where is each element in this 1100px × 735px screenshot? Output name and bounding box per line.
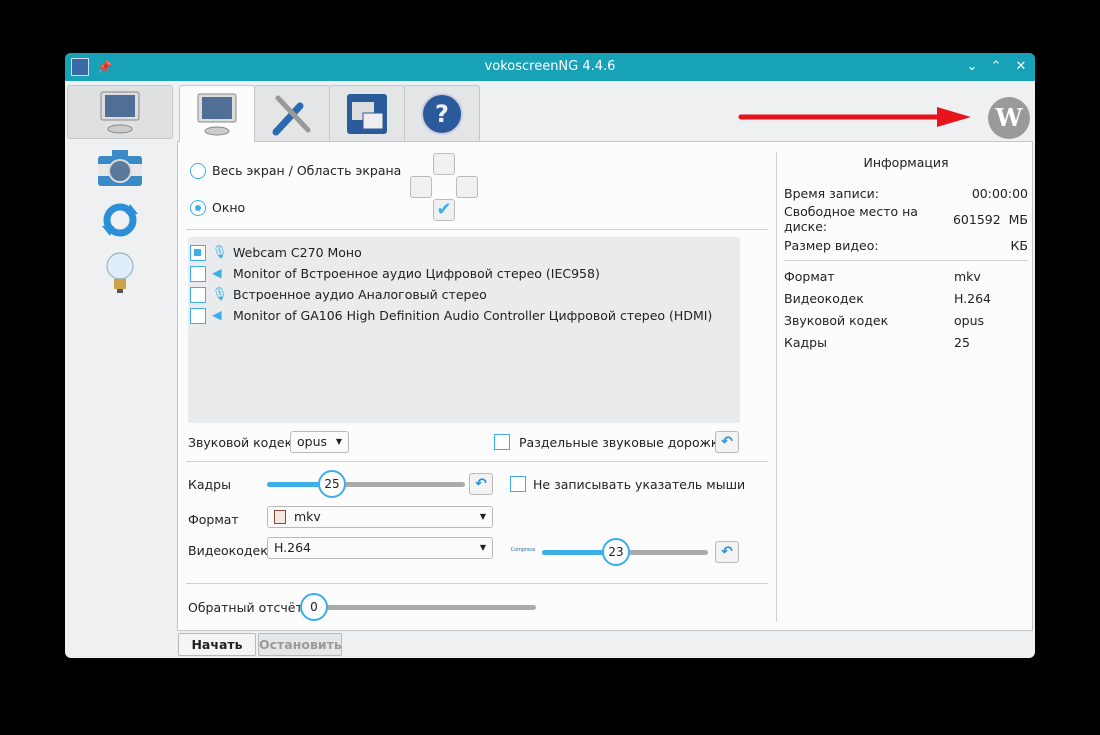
audio-device-item[interactable]: ◀ Monitor of GA106 High Definition Audio… [188, 306, 728, 326]
close-button[interactable]: ✕ [1011, 53, 1031, 81]
info-label: Видеокодек [784, 290, 864, 306]
red-arrow-annotation [738, 107, 971, 127]
window-radio[interactable] [190, 200, 206, 216]
position-up-button[interactable] [433, 153, 455, 175]
info-label: Формат [784, 268, 835, 284]
frames-label: Кадры [188, 477, 231, 492]
reset-frames-button[interactable]: ↶ [469, 473, 493, 495]
tools-icon [272, 95, 311, 135]
separate-tracks-checkbox[interactable] [494, 434, 510, 450]
audio-device-checkbox[interactable] [190, 245, 206, 261]
frames-slider-handle[interactable]: 25 [318, 470, 346, 498]
info-label: Время записи: [784, 185, 879, 201]
pin-icon[interactable]: 📌 [97, 53, 112, 81]
no-cursor-label: Не записывать указатель мыши [533, 477, 746, 492]
reset-audio-button[interactable]: ↶ [715, 431, 739, 453]
sidebar-screencast[interactable] [67, 85, 173, 139]
speaker-icon: ◀ [212, 265, 222, 280]
info-label: Свободное место на диске: [784, 204, 918, 234]
sidebar-player[interactable] [65, 193, 175, 247]
title-bar: 📌 vokoscreenNG 4.4.6 ⌄ ⌃ ✕ [65, 53, 1035, 81]
audio-codec-label: Звуковой кодек [188, 435, 293, 450]
info-value: mkv [954, 268, 981, 284]
window-label: Окно [212, 200, 246, 215]
info-value: opus [954, 312, 985, 328]
format-value: mkv [294, 509, 321, 524]
refresh-icon [102, 203, 138, 237]
audio-device-list: 🎙 Webcam C270 Моно ◀ Monitor of Встроенн… [188, 237, 740, 423]
check-icon[interactable]: ✔ [433, 199, 455, 221]
tab-screen[interactable] [179, 85, 255, 142]
minimize-button[interactable]: ⌄ [962, 53, 982, 81]
quality-slider[interactable]: 23 [542, 538, 708, 566]
audio-device-checkbox[interactable] [190, 266, 206, 282]
fullscreen-radio[interactable] [190, 163, 206, 179]
info-panel: Информация Время записи: 00:00:00 Свободн… [784, 152, 1028, 353]
info-label: Размер видео: [784, 237, 879, 253]
audio-codec-value: opus [297, 434, 328, 449]
app-icon [71, 58, 89, 76]
audio-device-item[interactable]: 🎙 Webcam C270 Моно [188, 243, 728, 263]
info-value: 601592 МБ [952, 211, 1028, 227]
position-right-button[interactable] [456, 176, 478, 198]
tab-help[interactable]: ? [404, 85, 480, 141]
svg-text:?: ? [435, 100, 449, 128]
info-value: H.264 [954, 290, 992, 306]
videocodec-label: Видеокодек [188, 543, 268, 558]
videocodec-select[interactable]: H.264 ▼ [267, 537, 493, 559]
window-title: vokoscreenNG 4.4.6 [484, 59, 616, 74]
camera-icon [98, 150, 142, 186]
info-value: КБ [1010, 237, 1028, 253]
website-logo-icon[interactable]: W [986, 95, 1032, 141]
app-window: 📌 vokoscreenNG 4.4.6 ⌄ ⌃ ✕ ? W Весь экра… [65, 53, 1035, 658]
monitor-icon [197, 93, 237, 136]
stop-button[interactable]: Остановить [258, 633, 342, 656]
format-select[interactable]: mkv ▼ [267, 506, 493, 528]
maximize-button[interactable]: ⌃ [986, 53, 1006, 81]
sidebar-camera[interactable] [65, 141, 175, 195]
speaker-icon: ◀ [212, 307, 222, 322]
position-left-button[interactable] [410, 176, 432, 198]
separate-tracks-label: Раздельные звуковые дорожки [519, 435, 727, 450]
no-cursor-checkbox[interactable] [510, 476, 526, 492]
start-button[interactable]: Начать [178, 633, 256, 656]
windows-icon [347, 93, 387, 134]
sidebar-tips[interactable] [65, 247, 175, 301]
videocodec-value: H.264 [274, 540, 312, 555]
audio-device-checkbox[interactable] [190, 308, 206, 324]
monitor-icon [100, 91, 140, 134]
help-icon: ? [421, 92, 463, 135]
fullscreen-label: Весь экран / Область экрана [212, 163, 402, 178]
audio-device-checkbox[interactable] [190, 287, 206, 303]
info-value: 00:00:00 [971, 185, 1028, 201]
countdown-slider[interactable]: 0 [300, 593, 536, 621]
info-value: 25 [954, 334, 970, 350]
reset-video-button[interactable]: ↶ [715, 541, 739, 563]
countdown-slider-handle[interactable]: 0 [300, 593, 328, 621]
microphone-icon: 🎙 [212, 244, 228, 259]
audio-device-item[interactable]: 🎙 Встроенное аудио Аналоговый стерео [188, 285, 728, 305]
info-label: Звуковой кодек [784, 312, 889, 328]
format-label: Формат [188, 512, 239, 527]
screen-panel: Весь экран / Область экрана Окно ✔ 🎙 Web… [177, 141, 1033, 631]
tab-settings[interactable] [254, 85, 330, 141]
info-title: Информация [863, 155, 949, 170]
countdown-label: Обратный отсчёт [188, 600, 303, 615]
compress-icon: Compress [510, 547, 536, 553]
microphone-icon: 🎙 [212, 286, 228, 301]
film-icon [274, 510, 286, 524]
svg-text:W: W [995, 103, 1024, 132]
quality-slider-handle[interactable]: 23 [602, 538, 630, 566]
lightbulb-icon [106, 252, 134, 293]
frames-slider[interactable]: 25 [267, 470, 465, 498]
audio-device-item[interactable]: ◀ Monitor of Встроенное аудио Цифровой с… [188, 264, 728, 284]
sidebar [65, 81, 175, 658]
tab-windows[interactable] [329, 85, 405, 141]
audio-codec-select[interactable]: opus ▼ [290, 431, 349, 453]
info-label: Кадры [784, 334, 827, 350]
